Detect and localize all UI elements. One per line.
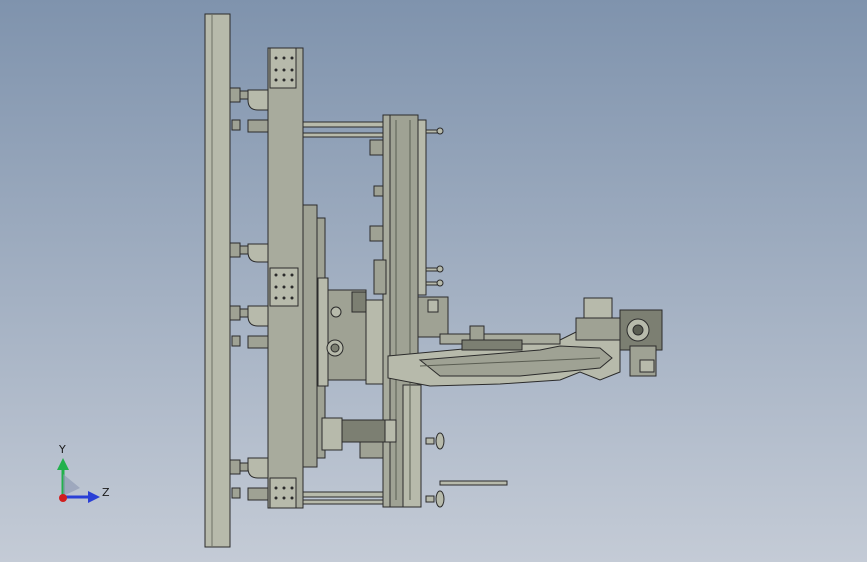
- assembly-drawing: [0, 0, 867, 562]
- z-axis-label: Z: [102, 486, 110, 499]
- viewport-background: [0, 0, 867, 562]
- x-axis-origin: [59, 494, 67, 502]
- base-plate: [204, 13, 231, 548]
- y-axis-label: Y: [59, 443, 66, 456]
- cad-viewport[interactable]: Y Z: [0, 0, 867, 562]
